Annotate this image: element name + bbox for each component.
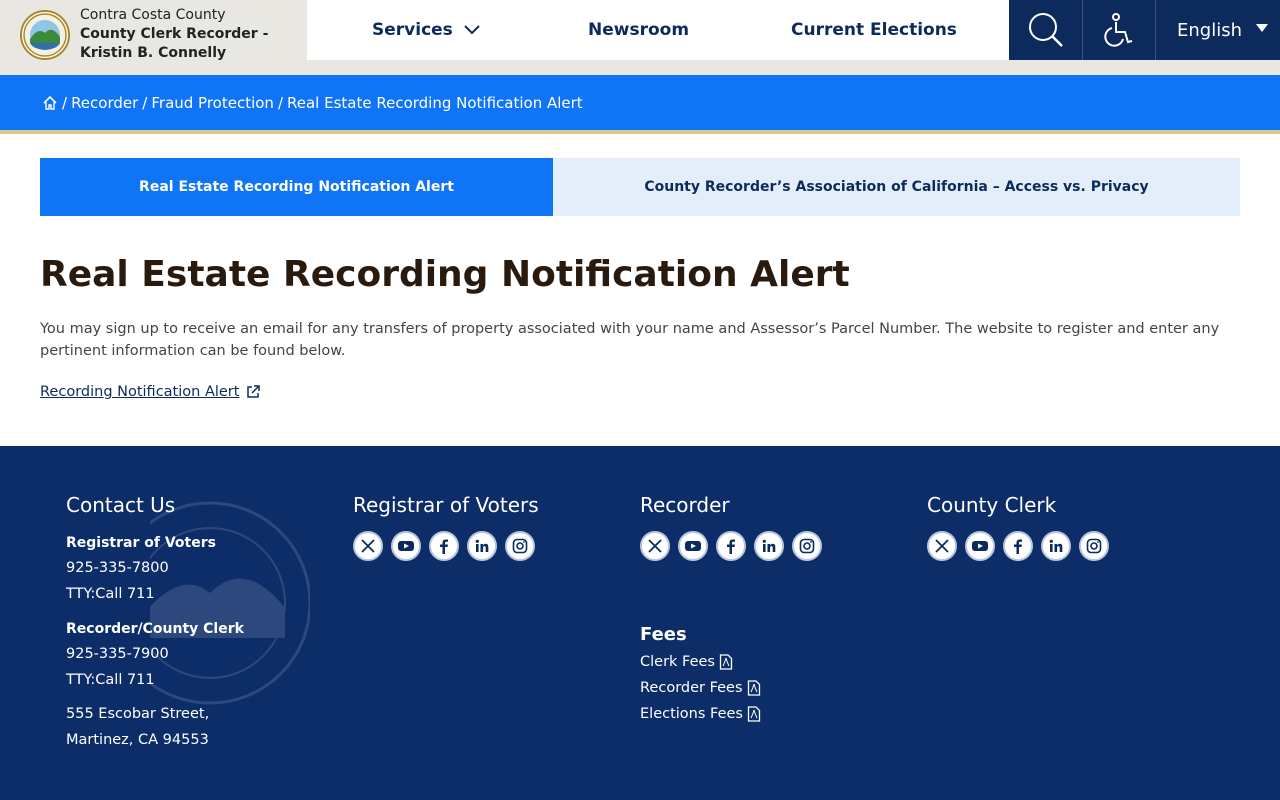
instagram-icon [799,538,815,554]
brand-county: Contra Costa County [80,7,226,23]
breadcrumb-separator: / [62,93,68,112]
rov-tty: TTY:Call 711 [66,586,155,602]
nav-services-label: Services [372,20,453,40]
language-select[interactable]: English [1155,0,1280,60]
elections-fees-link[interactable]: Elections Fees [640,701,761,727]
home-icon[interactable] [42,95,58,111]
chevron-down-icon [464,25,480,35]
clerk-youtube-link[interactable] [965,531,995,561]
footer-contact: Contact Us Registrar of Voters 925-335-7… [66,493,244,753]
clerk-fees-link[interactable]: Clerk Fees [640,649,761,675]
rov-youtube-link[interactable] [391,531,421,561]
accessibility-icon [1104,13,1133,47]
recorder-social-links [640,531,822,561]
recorder-phone[interactable]: 925-335-7900 [66,641,244,667]
rov-x-link[interactable] [353,531,383,561]
rov-instagram-link[interactable] [505,531,535,561]
linkedin-icon [1049,539,1063,552]
recorder-linkedin-link[interactable] [754,531,784,561]
recorder-fees-label: Recorder Fees [640,680,743,696]
recorder-tty: TTY:Call 711 [66,672,155,688]
link-label: Recording Notification Alert [40,384,240,400]
address-line-1: 555 Escobar Street, [66,706,210,722]
pdf-icon [747,680,760,696]
breadcrumb-current[interactable]: Real Estate Recording Notification Alert [287,94,583,112]
rov-facebook-link[interactable] [429,531,459,561]
page-tabs: Real Estate Recording Notification Alert… [40,158,1240,216]
clerk-facebook-link[interactable] [1003,531,1033,561]
recorder-fees-link[interactable]: Recorder Fees [640,675,761,701]
youtube-icon [685,541,701,551]
breadcrumb-separator: / [142,93,148,112]
recorder-facebook-link[interactable] [716,531,746,561]
footer-recorder-social: Recorder [640,493,822,561]
rov-heading: Registrar of Voters [353,493,539,517]
recorder-contact-label: Recorder/County Clerk [66,621,244,637]
x-icon [648,539,662,553]
contact-heading: Contact Us [66,493,176,517]
header-strip [307,60,1280,75]
tab-access-vs-privacy[interactable]: County Recorder’s Association of Califor… [553,158,1240,216]
nav-current-elections[interactable]: Current Elections [791,0,957,60]
recorder-youtube-link[interactable] [678,531,708,561]
youtube-icon [972,541,988,551]
address-line-2: Martinez, CA 94553 [66,732,209,748]
linkedin-icon [475,539,489,552]
rov-phone[interactable]: 925-335-7800 [66,555,244,581]
pdf-icon [719,654,733,670]
utility-nav: English [1009,0,1280,60]
brand-block[interactable]: Contra Costa County County Clerk Recorde… [0,0,307,75]
x-icon [935,539,949,553]
site-footer: Contact Us Registrar of Voters 925-335-7… [0,446,1280,800]
facebook-icon [1014,539,1022,554]
pdf-icon [747,706,761,722]
county-seal-logo [20,10,70,60]
search-icon [1028,13,1063,47]
footer-rov-social: Registrar of Voters [353,493,539,561]
caret-down-icon [1256,24,1268,32]
recorder-x-link[interactable] [640,531,670,561]
brand-official: Kristin B. Connelly [80,45,227,61]
facebook-icon [727,539,735,554]
page-title: Real Estate Recording Notification Alert [40,254,850,295]
linkedin-icon [762,539,776,552]
facebook-icon [440,539,448,554]
recorder-instagram-link[interactable] [792,531,822,561]
clerk-fees-label: Clerk Fees [640,654,715,670]
search-button[interactable] [1009,0,1082,60]
tab-recording-alert[interactable]: Real Estate Recording Notification Alert [40,158,553,216]
breadcrumb-separator: / [277,93,283,112]
nav-services[interactable]: Services [372,0,481,60]
accessibility-button[interactable] [1082,0,1155,60]
external-link-icon [247,385,261,398]
rov-social-links [353,531,539,561]
breadcrumb: / Recorder / Fraud Protection / Real Est… [0,75,1280,134]
instagram-icon [512,538,528,554]
youtube-icon [398,541,414,551]
clerk-heading: County Clerk [927,493,1057,517]
elections-fees-label: Elections Fees [640,706,743,722]
x-icon [361,539,375,553]
rov-contact-label: Registrar of Voters [66,535,216,551]
clerk-x-link[interactable] [927,531,957,561]
rov-linkedin-link[interactable] [467,531,497,561]
clerk-social-links [927,531,1109,561]
recorder-heading: Recorder [640,493,730,517]
footer-clerk-social: County Clerk [927,493,1109,561]
site-header: Contra Costa County County Clerk Recorde… [0,0,1280,75]
brand-office: County Clerk Recorder - [80,26,269,42]
instagram-icon [1086,538,1102,554]
breadcrumb-fraud-protection[interactable]: Fraud Protection [151,94,274,112]
language-label: English [1177,19,1242,41]
clerk-instagram-link[interactable] [1079,531,1109,561]
intro-paragraph: You may sign up to receive an email for … [40,321,1220,359]
nav-newsroom[interactable]: Newsroom [588,0,689,60]
footer-fees: Fees Clerk Fees Recorder Fees Elections … [640,624,761,727]
breadcrumb-recorder[interactable]: Recorder [71,94,138,112]
fees-heading: Fees [640,624,687,645]
recording-notification-link[interactable]: Recording Notification Alert [40,384,261,400]
clerk-linkedin-link[interactable] [1041,531,1071,561]
